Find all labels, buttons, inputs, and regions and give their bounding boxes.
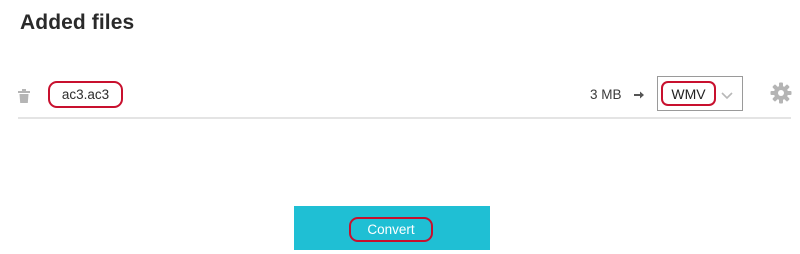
file-name: ac3.ac3 — [61, 87, 110, 102]
chevron-down-icon — [721, 88, 733, 100]
convert-button[interactable]: Convert — [294, 206, 490, 250]
format-highlight: WMV — [661, 81, 716, 106]
format-value: WMV — [671, 86, 706, 102]
file-row: ac3.ac3 3 MB WMV — [18, 74, 792, 116]
filename-highlight: ac3.ac3 — [48, 81, 123, 108]
row-divider — [18, 117, 791, 119]
gear-icon[interactable] — [770, 82, 792, 104]
trash-icon[interactable] — [18, 89, 30, 103]
convert-highlight: Convert — [349, 217, 433, 242]
file-size: 3 MB — [590, 87, 622, 102]
convert-label: Convert — [367, 222, 415, 237]
format-select[interactable]: WMV — [657, 76, 743, 111]
arrow-right-icon — [633, 88, 645, 100]
page-title: Added files — [20, 11, 135, 34]
